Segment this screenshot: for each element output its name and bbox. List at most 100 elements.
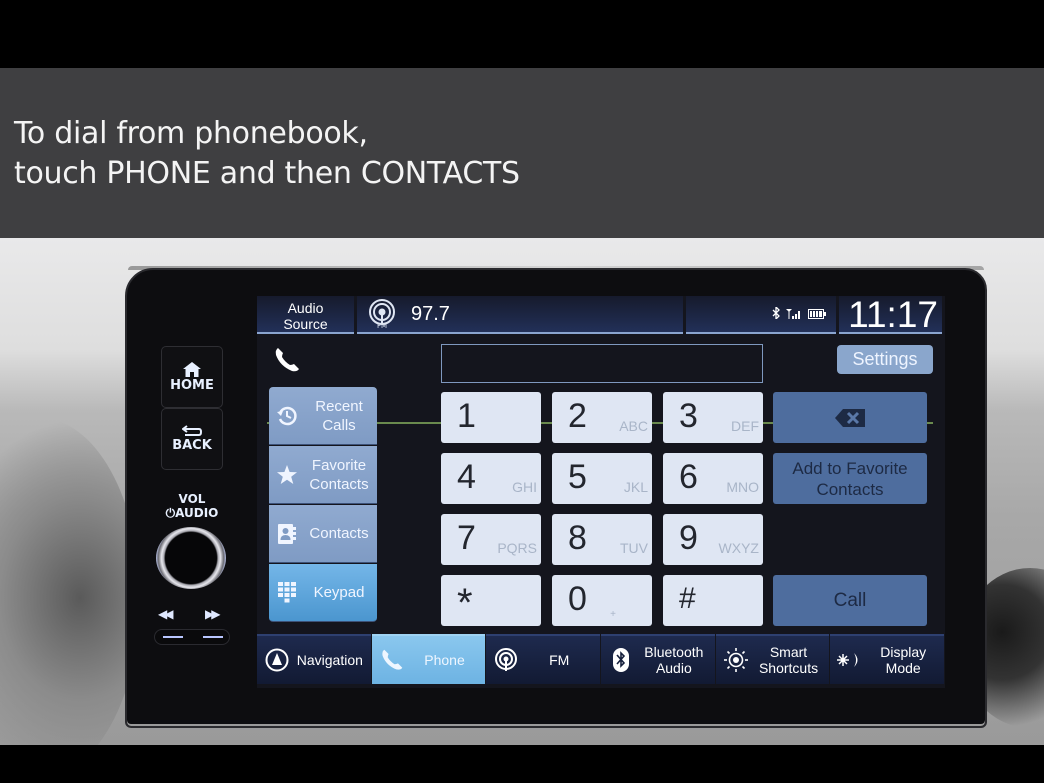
radio-icon bbox=[486, 648, 522, 672]
nav-fm[interactable]: FM bbox=[486, 634, 601, 684]
nav-display-mode[interactable]: Display Mode bbox=[830, 634, 945, 684]
track-rocker[interactable] bbox=[154, 629, 230, 645]
side-item-contacts[interactable]: Contacts bbox=[269, 505, 377, 563]
call-button[interactable]: Call bbox=[773, 575, 927, 626]
bluetooth-icon bbox=[601, 647, 637, 673]
key-digit: 6 bbox=[679, 458, 698, 496]
recent-calls-line2: Calls bbox=[322, 416, 356, 434]
add-favorite-line2: Contacts bbox=[816, 480, 884, 499]
audio-label: AUDIO bbox=[175, 506, 219, 520]
key-digit: 0 bbox=[568, 580, 587, 618]
contacts-book-icon bbox=[269, 523, 305, 545]
home-key-label: HOME bbox=[170, 377, 214, 393]
nav-bluetooth-label: Bluetooth Audio bbox=[637, 644, 715, 676]
settings-button[interactable]: Settings bbox=[837, 345, 933, 374]
skip-forward-icon[interactable]: ▶▶ bbox=[205, 607, 221, 621]
key-5[interactable]: 5 JKL bbox=[552, 453, 652, 504]
key-7[interactable]: 7 PQRS bbox=[441, 514, 541, 565]
nav-display-mode-label: Display Mode bbox=[866, 644, 944, 676]
nav-bluetooth-line1: Bluetooth bbox=[644, 644, 704, 660]
letterbox-top bbox=[0, 0, 1044, 68]
home-hard-key[interactable]: HOME bbox=[161, 346, 223, 408]
dialed-number-field[interactable] bbox=[441, 344, 763, 383]
now-playing[interactable]: FM 97.7 bbox=[357, 296, 683, 334]
key-digit: 8 bbox=[568, 519, 587, 557]
key-digit: 1 bbox=[457, 397, 476, 435]
nav-fm-label: FM bbox=[549, 652, 570, 668]
key-letters: TUV bbox=[620, 540, 648, 556]
key-digit: * bbox=[457, 581, 473, 625]
signal-icon bbox=[786, 307, 802, 322]
key-9[interactable]: 9 WXYZ bbox=[663, 514, 763, 565]
backspace-icon bbox=[835, 408, 865, 427]
key-letters: JKL bbox=[623, 479, 648, 495]
nav-bluetooth-line2: Audio bbox=[655, 660, 692, 676]
phone-header: Settings bbox=[257, 336, 945, 424]
back-key-label: BACK bbox=[172, 438, 212, 453]
backspace-button[interactable] bbox=[773, 392, 927, 443]
add-to-favorite-button[interactable]: Add to Favorite Contacts bbox=[773, 453, 927, 504]
track-rocker-right bbox=[203, 636, 223, 638]
audio-source-button[interactable]: Audio Source bbox=[257, 296, 354, 334]
nav-phone[interactable]: Phone bbox=[371, 634, 486, 684]
key-4[interactable]: 4 GHI bbox=[441, 453, 541, 504]
key-letters: GHI bbox=[512, 479, 537, 495]
key-8[interactable]: 8 TUV bbox=[552, 514, 652, 565]
key-digit: # bbox=[679, 582, 696, 615]
side-item-recent-calls[interactable]: Recent Calls bbox=[269, 387, 377, 445]
key-letters: + bbox=[610, 609, 616, 620]
key-hash[interactable]: # bbox=[663, 575, 763, 626]
volume-knob[interactable] bbox=[156, 527, 226, 589]
track-rocker-left bbox=[163, 636, 183, 638]
battery-icon bbox=[808, 307, 826, 322]
nav-smart-line2: Shortcuts bbox=[758, 660, 819, 676]
nav-smart-shortcuts[interactable]: Smart Shortcuts bbox=[715, 634, 830, 684]
radio-frequency: 97.7 bbox=[411, 302, 450, 325]
nav-navigation[interactable]: Navigation bbox=[257, 634, 371, 684]
volume-label: VOL ⏻AUDIO bbox=[152, 492, 232, 520]
caption-line-1: To dial from phonebook, bbox=[14, 116, 368, 151]
bottom-nav-bar: Navigation Phone FM Bluetooth Audio Smart… bbox=[257, 634, 945, 684]
phone-icon bbox=[372, 648, 408, 672]
back-hard-key[interactable]: BACK bbox=[161, 408, 223, 470]
recent-calls-line1: Recent bbox=[315, 397, 363, 415]
nav-display-line2: Mode bbox=[885, 660, 921, 676]
key-1[interactable]: 1 bbox=[441, 392, 541, 443]
side-item-label: Favorite Contacts bbox=[305, 456, 377, 494]
nav-smart-line1: Smart bbox=[769, 644, 808, 660]
dashboard-shadow-left bbox=[0, 418, 140, 745]
bluetooth-icon bbox=[772, 304, 780, 322]
recent-calls-icon bbox=[269, 405, 305, 427]
home-icon bbox=[183, 361, 201, 377]
key-6[interactable]: 6 MNO bbox=[663, 453, 763, 504]
contacts-label: Contacts bbox=[309, 525, 369, 542]
nav-phone-label: Phone bbox=[424, 652, 465, 668]
key-letters: PQRS bbox=[497, 540, 537, 556]
side-item-keypad[interactable]: Keypad bbox=[269, 564, 377, 622]
key-3[interactable]: 3 DEF bbox=[663, 392, 763, 443]
clock: 11:17 bbox=[839, 296, 942, 334]
nav-bluetooth-audio[interactable]: Bluetooth Audio bbox=[601, 634, 715, 684]
key-letters: WXYZ bbox=[718, 540, 759, 556]
vol-label-line1: VOL bbox=[178, 492, 206, 506]
dial-keypad: 1 2 ABC 3 DEF 4 GHI 5 JKL 6 MNO 7 PQRS 8 TUV 9 W… bbox=[441, 392, 763, 626]
fm-radio-icon: FM bbox=[369, 299, 395, 329]
key-digit: 9 bbox=[679, 519, 698, 557]
skip-back-icon[interactable]: ◀◀ bbox=[158, 607, 174, 621]
caption-line-2: touch PHONE and then CONTACTS bbox=[14, 156, 520, 191]
back-arrow-icon bbox=[182, 425, 202, 436]
star-icon bbox=[269, 464, 305, 486]
key-letters: MNO bbox=[726, 479, 759, 495]
key-0[interactable]: 0 + bbox=[552, 575, 652, 626]
instruction-caption: To dial from phonebook, touch PHONE and … bbox=[14, 114, 520, 194]
add-favorite-line1: Add to Favorite bbox=[792, 459, 908, 478]
navigation-icon bbox=[257, 648, 293, 672]
favorite-contacts-line2: Contacts bbox=[309, 475, 369, 493]
key-2[interactable]: 2 ABC bbox=[552, 392, 652, 443]
phone-icon bbox=[275, 348, 299, 372]
key-star[interactable]: * bbox=[441, 575, 541, 626]
favorite-contacts-line1: Favorite bbox=[311, 456, 367, 474]
side-item-favorite-contacts[interactable]: Favorite Contacts bbox=[269, 446, 377, 504]
key-letters: ABC bbox=[619, 418, 648, 434]
side-item-label: Recent Calls bbox=[305, 397, 377, 435]
